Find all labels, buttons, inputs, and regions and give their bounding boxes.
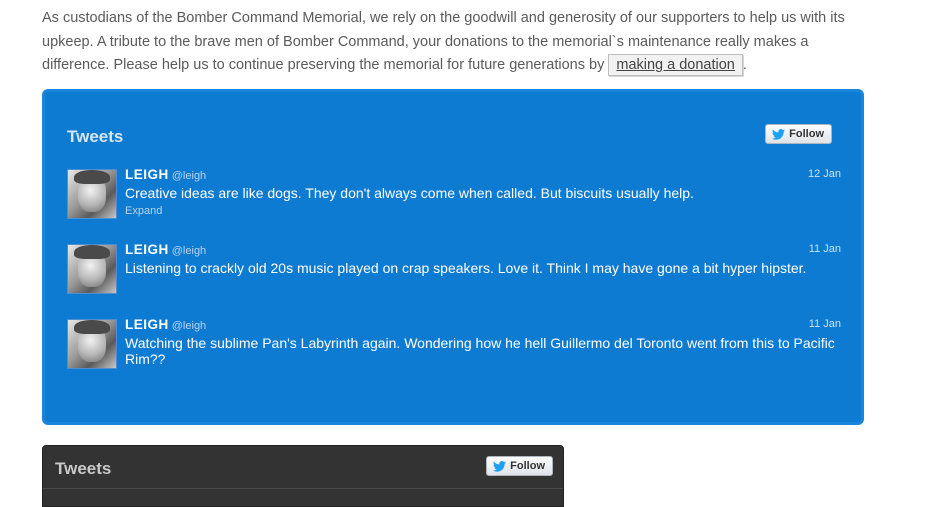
- tweet-author-name[interactable]: LEIGH: [125, 317, 169, 332]
- widget-title: Tweets: [67, 127, 124, 146]
- avatar[interactable]: [67, 244, 117, 294]
- tweet-date[interactable]: 11 Jan: [809, 318, 841, 330]
- donation-link[interactable]: making a donation: [608, 54, 743, 76]
- tweet-text: Creative ideas are like dogs. They don't…: [125, 185, 694, 201]
- follow-label: Follow: [789, 128, 824, 140]
- divider: [43, 488, 563, 489]
- twitter-bird-icon: [772, 128, 786, 140]
- tweet-date[interactable]: 12 Jan: [808, 168, 841, 180]
- avatar[interactable]: [67, 319, 117, 369]
- tweet-author-handle[interactable]: @leigh: [172, 245, 206, 257]
- follow-label: Follow: [510, 460, 545, 472]
- tweets-widget-dark: Tweets Follow: [42, 445, 564, 507]
- tweet-author-handle[interactable]: @leigh: [172, 170, 206, 182]
- tweets-widget-blue: Tweets Follow LEIGH @leigh 12 Jan Creativ…: [42, 89, 864, 425]
- avatar[interactable]: [67, 169, 117, 219]
- tweet-expand-link[interactable]: Expand: [125, 205, 841, 217]
- follow-button[interactable]: Follow: [486, 456, 553, 476]
- tweet-author-name[interactable]: LEIGH: [125, 242, 169, 257]
- tweet-author-handle[interactable]: @leigh: [172, 320, 206, 332]
- widget-title: Tweets: [55, 459, 112, 478]
- twitter-bird-icon: [493, 460, 507, 472]
- tweet-author-name[interactable]: LEIGH: [125, 167, 169, 182]
- tweet-text: Listening to crackly old 20s music playe…: [125, 260, 807, 276]
- follow-button[interactable]: Follow: [765, 124, 832, 144]
- intro-paragraph: As custodians of the Bomber Command Memo…: [42, 7, 872, 78]
- intro-trailing: .: [742, 57, 747, 73]
- tweet-date[interactable]: 11 Jan: [809, 243, 841, 255]
- tweet-text: Watching the sublime Pan's Labyrinth aga…: [125, 335, 835, 367]
